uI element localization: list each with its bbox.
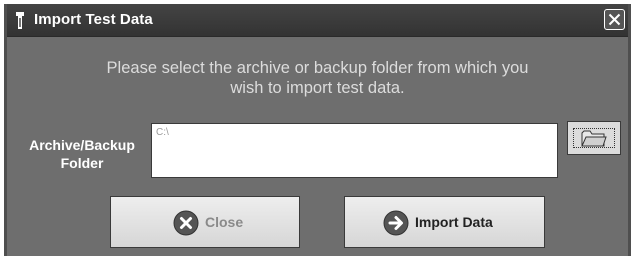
arrow-right-circle-icon (383, 210, 409, 236)
import-data-button-label: Import Data (415, 214, 493, 230)
instruction-text: Please select the archive or backup fold… (27, 58, 608, 98)
import-test-data-dialog: Import Test Data Please select the archi… (4, 4, 631, 256)
close-button[interactable]: Close (110, 196, 300, 248)
folder-label-line-2: Folder (60, 155, 104, 171)
window-close-button[interactable] (604, 9, 625, 30)
title-bar[interactable]: Import Test Data (7, 4, 628, 37)
instruction-line-2: wish to import test data. (230, 79, 405, 97)
close-button-label: Close (205, 214, 244, 230)
folder-icon (581, 130, 607, 147)
app-icon (16, 12, 24, 29)
close-icon (608, 13, 621, 26)
folder-label: Archive/Backup Folder (17, 136, 147, 172)
x-circle-icon (173, 210, 199, 236)
folder-label-line-1: Archive/Backup (29, 137, 135, 153)
instruction-line-1: Please select the archive or backup fold… (106, 59, 529, 77)
window-title: Import Test Data (34, 11, 153, 28)
folder-path-input[interactable]: C:\ (151, 123, 558, 178)
browse-folder-button[interactable] (567, 121, 621, 155)
import-data-button[interactable]: Import Data (344, 196, 545, 248)
